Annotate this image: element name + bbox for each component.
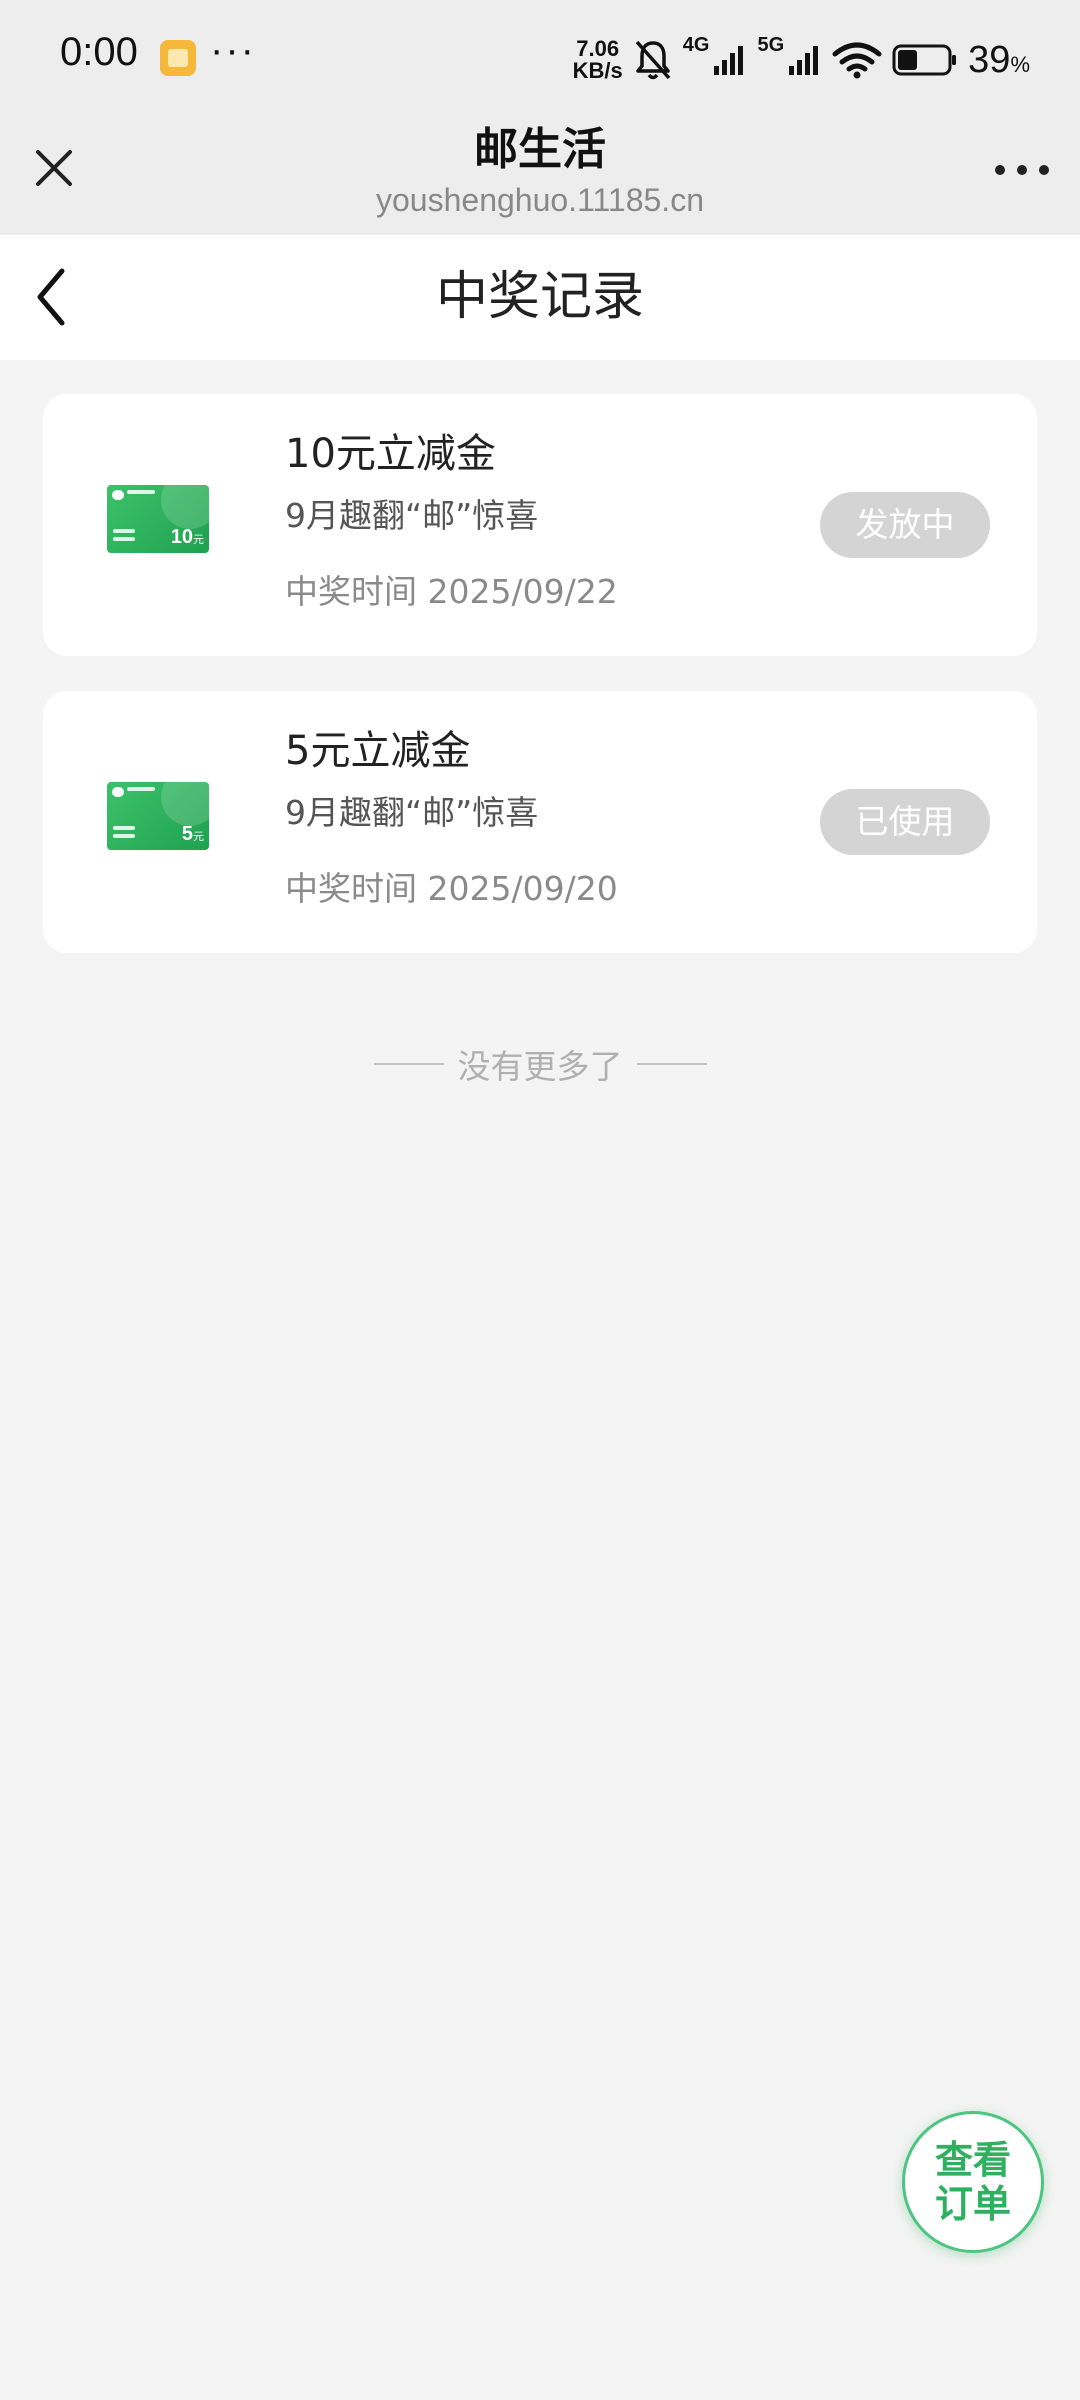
network-4g-label: 4G: [682, 34, 710, 56]
back-arrow-icon[interactable]: [26, 265, 80, 329]
signal-5g-icon: [789, 46, 819, 75]
wechat-pay-coupon-icon: 5元: [107, 782, 209, 850]
more-notifications-icon: ···: [210, 28, 256, 72]
divider: [373, 1063, 444, 1065]
prize-record-card[interactable]: 10元 10元立减金 9月趣翻“邮”惊喜 中奖时间 2025/09/22 发放中: [43, 394, 1037, 656]
browser-title: 邮生活: [474, 124, 606, 175]
wifi-icon: [832, 42, 882, 79]
more-icon[interactable]: [992, 160, 1052, 180]
prize-time: 中奖时间 2025/09/22: [285, 572, 618, 611]
battery-icon: [892, 44, 957, 76]
prize-title: 10元立减金: [285, 431, 496, 477]
gallery-notification-icon: [160, 40, 196, 76]
coupon-amount: 5元: [181, 823, 204, 845]
bell-muted-icon: [635, 40, 671, 80]
prize-record-card[interactable]: 5元 5元立减金 9月趣翻“邮”惊喜 中奖时间 2025/09/20 已使用: [43, 691, 1037, 953]
view-orders-button[interactable]: 查看 订单: [902, 2111, 1044, 2253]
close-icon[interactable]: [28, 142, 80, 194]
list-end-text: 没有更多了: [457, 1047, 623, 1086]
status-badge: 发放中: [820, 492, 990, 558]
page-title: 中奖记录: [435, 267, 644, 327]
battery-percent: 39%: [968, 38, 1030, 81]
wechat-pay-coupon-icon: 10元: [107, 485, 209, 553]
status-bar: 0:00 ··· 7.06 KB/s 4G 5G 39%: [0, 0, 1080, 120]
page-nav-bar: 中奖记录: [0, 235, 1080, 360]
prize-activity: 9月趣翻“邮”惊喜: [285, 496, 539, 535]
signal-4g-icon: [714, 46, 744, 75]
prize-title: 5元立减金: [285, 728, 471, 774]
view-orders-label-line1: 查看: [934, 2138, 1011, 2182]
status-icons: 7.06 KB/s 4G 5G 39%: [573, 28, 1030, 92]
network-speed: 7.06 KB/s: [572, 36, 623, 83]
browser-url: youshenghuo.11185.cn: [376, 182, 704, 218]
prize-activity: 9月趣翻“邮”惊喜: [285, 793, 539, 832]
browser-header: 邮生活 youshenghuo.11185.cn: [0, 120, 1080, 235]
coupon-amount: 10元: [170, 526, 204, 548]
status-time: 0:00: [60, 30, 138, 74]
view-orders-label-line2: 订单: [934, 2182, 1011, 2226]
status-badge: 已使用: [820, 789, 990, 855]
network-5g-label: 5G: [757, 34, 785, 56]
divider: [636, 1063, 707, 1065]
prize-time: 中奖时间 2025/09/20: [285, 869, 618, 908]
list-end-indicator: 没有更多了: [0, 1040, 1080, 1088]
